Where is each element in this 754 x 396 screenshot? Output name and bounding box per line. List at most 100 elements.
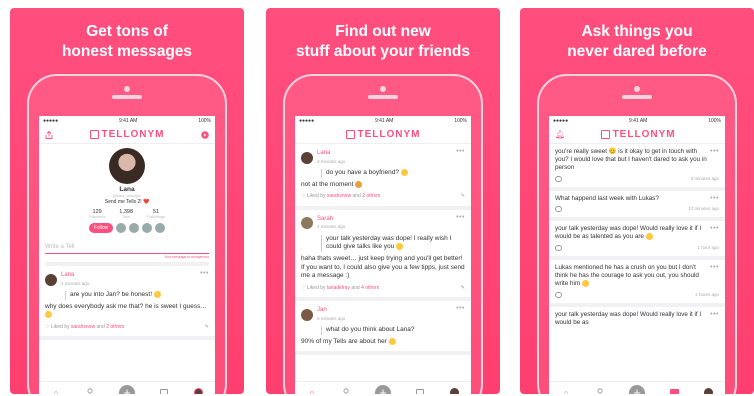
stat-label: Tells <box>122 215 130 219</box>
tab-bar: ⌂ ⚲ + <box>549 381 725 394</box>
timestamp: 3 minutes ago <box>317 158 346 164</box>
tell-card[interactable]: ••• your talk yesterday was dope! Would … <box>549 307 725 331</box>
answer-content: not at the moment <box>301 180 354 188</box>
stat-followers[interactable]: 129 Followers <box>89 209 105 219</box>
more-options-icon[interactable]: ••• <box>710 225 719 233</box>
liked-others[interactable]: 4 others <box>361 285 379 291</box>
facebook-icon[interactable] <box>155 223 166 233</box>
edit-icon[interactable]: ✎ <box>205 323 209 332</box>
headline-line-1: Find out new <box>335 23 431 40</box>
emoji-icon <box>45 311 52 319</box>
signal: ●●●●● <box>299 118 315 124</box>
search-icon[interactable]: ⚲ <box>85 387 95 394</box>
comment-icon[interactable] <box>555 206 562 213</box>
message-card[interactable]: ••• Lana 2 minutes ago are you into Jan? … <box>39 266 215 341</box>
home-icon[interactable]: ⌂ <box>307 388 317 395</box>
message-card[interactable]: ••• Jan 5 minutes ago what do you think a… <box>295 301 471 356</box>
twitter-icon[interactable] <box>142 223 153 233</box>
avatar[interactable] <box>45 273 57 286</box>
tab-bar: ⌂ ⚲ + <box>295 381 471 394</box>
message-card[interactable]: ••• Sarah 4 minutes ago your talk yesterd… <box>295 210 471 302</box>
liked-others[interactable]: 2 others <box>106 324 124 330</box>
headline-line-2: never dared before <box>567 43 707 60</box>
more-options-icon[interactable]: ••• <box>456 214 465 223</box>
bell-icon[interactable]: 🔔︎ <box>555 130 565 139</box>
message-header: Sarah 4 minutes ago <box>301 215 465 232</box>
stat-tells[interactable]: 1,398 Tells <box>119 209 133 219</box>
phone-screen: ●●●●● 9:41 AM 100% 🔔︎ TELLONYM ••• you'r… <box>549 116 725 394</box>
more-options-icon[interactable]: ••• <box>200 270 209 279</box>
liked-and: and <box>351 284 360 291</box>
plus-icon[interactable]: + <box>629 384 645 394</box>
heart-icon[interactable]: ♡ <box>301 285 305 291</box>
profile-icon[interactable] <box>193 388 203 394</box>
more-options-icon[interactable]: ••• <box>710 195 719 203</box>
avatar[interactable] <box>109 148 145 184</box>
inbox-icon[interactable] <box>415 388 425 394</box>
heart-icon[interactable]: ♡ <box>45 324 49 330</box>
liked-user[interactable]: sarahsnow <box>327 193 351 199</box>
plus-icon[interactable]: + <box>119 384 135 394</box>
more-options-icon[interactable]: ••• <box>710 148 719 156</box>
home-icon[interactable]: ⌂ <box>51 388 61 395</box>
liked-others[interactable]: 2 others <box>362 193 380 199</box>
inbox-icon[interactable] <box>669 388 679 394</box>
tell-input[interactable]: Write a Tell <box>45 241 209 254</box>
share-icon[interactable] <box>45 130 53 139</box>
avatar[interactable] <box>301 217 313 230</box>
more-options-icon[interactable]: ••• <box>710 311 719 319</box>
author-name[interactable]: Jan <box>317 306 345 315</box>
author-name[interactable]: Lana <box>61 271 89 280</box>
tell-card[interactable]: ••• What happend last week with Lukas? 1… <box>549 191 725 222</box>
liked-and: and <box>352 193 361 200</box>
headline-line-2: honest messages <box>61 43 193 60</box>
message-card[interactable]: ••• Lana 3 minutes ago do you have a boyf… <box>295 144 471 210</box>
liked-user[interactable]: lanadelray <box>327 285 350 291</box>
more-icon[interactable] <box>129 223 140 233</box>
avatar[interactable] <box>301 308 313 321</box>
comment-icon[interactable] <box>555 291 562 298</box>
question-text: your talk yesterday was dope! I really w… <box>321 234 465 253</box>
timestamp: 4 minutes ago <box>317 224 346 230</box>
comment-icon[interactable] <box>555 244 562 251</box>
send-icon[interactable] <box>201 130 209 139</box>
status-bar: ●●●●● 9:41 AM 100% <box>39 116 215 126</box>
stat-followings[interactable]: 51 Followings <box>147 209 165 219</box>
question-text: what do you think about Lana? <box>321 326 465 335</box>
block-icon[interactable] <box>116 223 127 233</box>
likes-row: ♡ Liked by lanadelray and 4 others ✎ <box>301 284 465 293</box>
author-name[interactable]: Lana <box>317 149 345 158</box>
plus-icon[interactable]: + <box>375 384 391 394</box>
follow-button[interactable]: Follow <box>88 223 114 233</box>
question-content: do you have a boyfriend? <box>326 169 399 177</box>
edit-icon[interactable]: ✎ <box>461 284 465 293</box>
profile-section: Lana @lana_tellonym Send me Tells 2! ❤️ … <box>39 144 215 233</box>
avatar[interactable] <box>301 151 313 164</box>
app-logo: TELLONYM <box>600 129 676 140</box>
tell-card[interactable]: ••• you're really sweet 😊 is it okay to … <box>549 144 725 191</box>
inbox-icon[interactable] <box>159 388 169 394</box>
status-bar: ●●●●● 9:41 AM 100% <box>549 116 725 126</box>
liked-and: and <box>96 323 105 330</box>
more-options-icon[interactable]: ••• <box>710 264 719 272</box>
tell-composer: Write a Tell Your message is anonymous <box>45 241 209 266</box>
more-options-icon[interactable]: ••• <box>456 148 465 157</box>
profile-icon[interactable] <box>703 388 713 394</box>
edit-icon[interactable]: ✎ <box>461 192 465 201</box>
emoji-icon <box>153 291 161 298</box>
tell-card[interactable]: ••• your talk yesterday was dope! Would … <box>549 221 725 260</box>
author-name[interactable]: Sarah <box>317 215 345 224</box>
search-icon[interactable]: ⚲ <box>595 387 605 394</box>
timestamp: 2 minutes ago <box>61 280 90 286</box>
comment-icon[interactable] <box>555 175 562 182</box>
liked-user[interactable]: sarahsnow <box>71 324 95 330</box>
more-options-icon[interactable]: ••• <box>456 305 465 314</box>
battery: 100% <box>708 118 721 124</box>
profile-actions: Follow <box>39 223 215 233</box>
tell-card[interactable]: ••• Lukas mentioned he has a crush on yo… <box>549 260 725 307</box>
search-icon[interactable]: ⚲ <box>341 387 351 394</box>
home-icon[interactable]: ⌂ <box>561 388 571 395</box>
profile-icon[interactable] <box>449 388 459 394</box>
answer-text: haha thats sweet… just keep trying and y… <box>301 255 465 281</box>
heart-icon[interactable]: ♡ <box>301 193 305 199</box>
